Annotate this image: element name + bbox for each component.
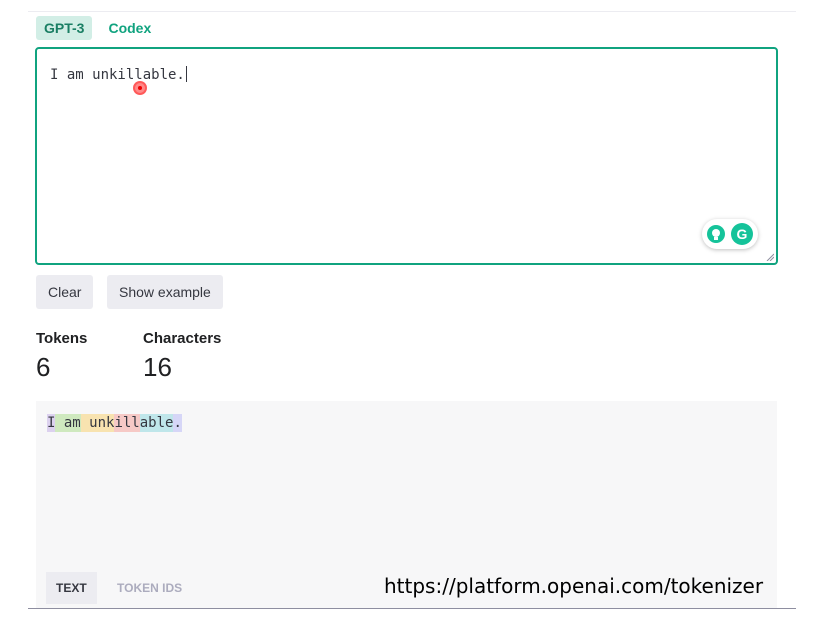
extension-widget[interactable]: G xyxy=(702,219,758,249)
tab-gpt3[interactable]: GPT-3 xyxy=(36,16,93,40)
model-tabs: GPT-3 Codex xyxy=(36,16,159,40)
characters-count: 16 xyxy=(143,352,172,382)
token: unk xyxy=(80,414,115,432)
characters-label: Characters xyxy=(143,330,222,347)
resize-handle-icon[interactable] xyxy=(766,253,774,261)
clear-button[interactable]: Clear xyxy=(36,275,94,309)
grammarly-icon[interactable]: G xyxy=(731,223,753,245)
bottom-divider xyxy=(28,608,796,609)
input-text[interactable]: I am unkillable. xyxy=(50,66,187,83)
mouse-pointer-indicator xyxy=(133,81,147,95)
tokens-count: 6 xyxy=(36,352,51,382)
show-example-button[interactable]: Show example xyxy=(107,275,223,309)
token-highlight-list: I am unkillable. xyxy=(47,414,182,432)
token: able xyxy=(139,414,174,432)
tokens-label: Tokens xyxy=(36,330,88,347)
tab-codex[interactable]: Codex xyxy=(100,16,159,40)
tab-text[interactable]: TEXT xyxy=(46,572,97,604)
token: . xyxy=(173,414,182,432)
tokenizer-input[interactable]: I am unkillable. G xyxy=(35,47,778,265)
lightbulb-icon[interactable] xyxy=(707,225,725,243)
tokenizer-url-caption: https://platform.openai.com/tokenizer xyxy=(384,574,764,598)
tab-token-ids[interactable]: TOKEN IDS xyxy=(107,572,192,604)
token: ill xyxy=(114,414,140,432)
token: am xyxy=(55,414,81,432)
top-divider xyxy=(28,11,796,12)
